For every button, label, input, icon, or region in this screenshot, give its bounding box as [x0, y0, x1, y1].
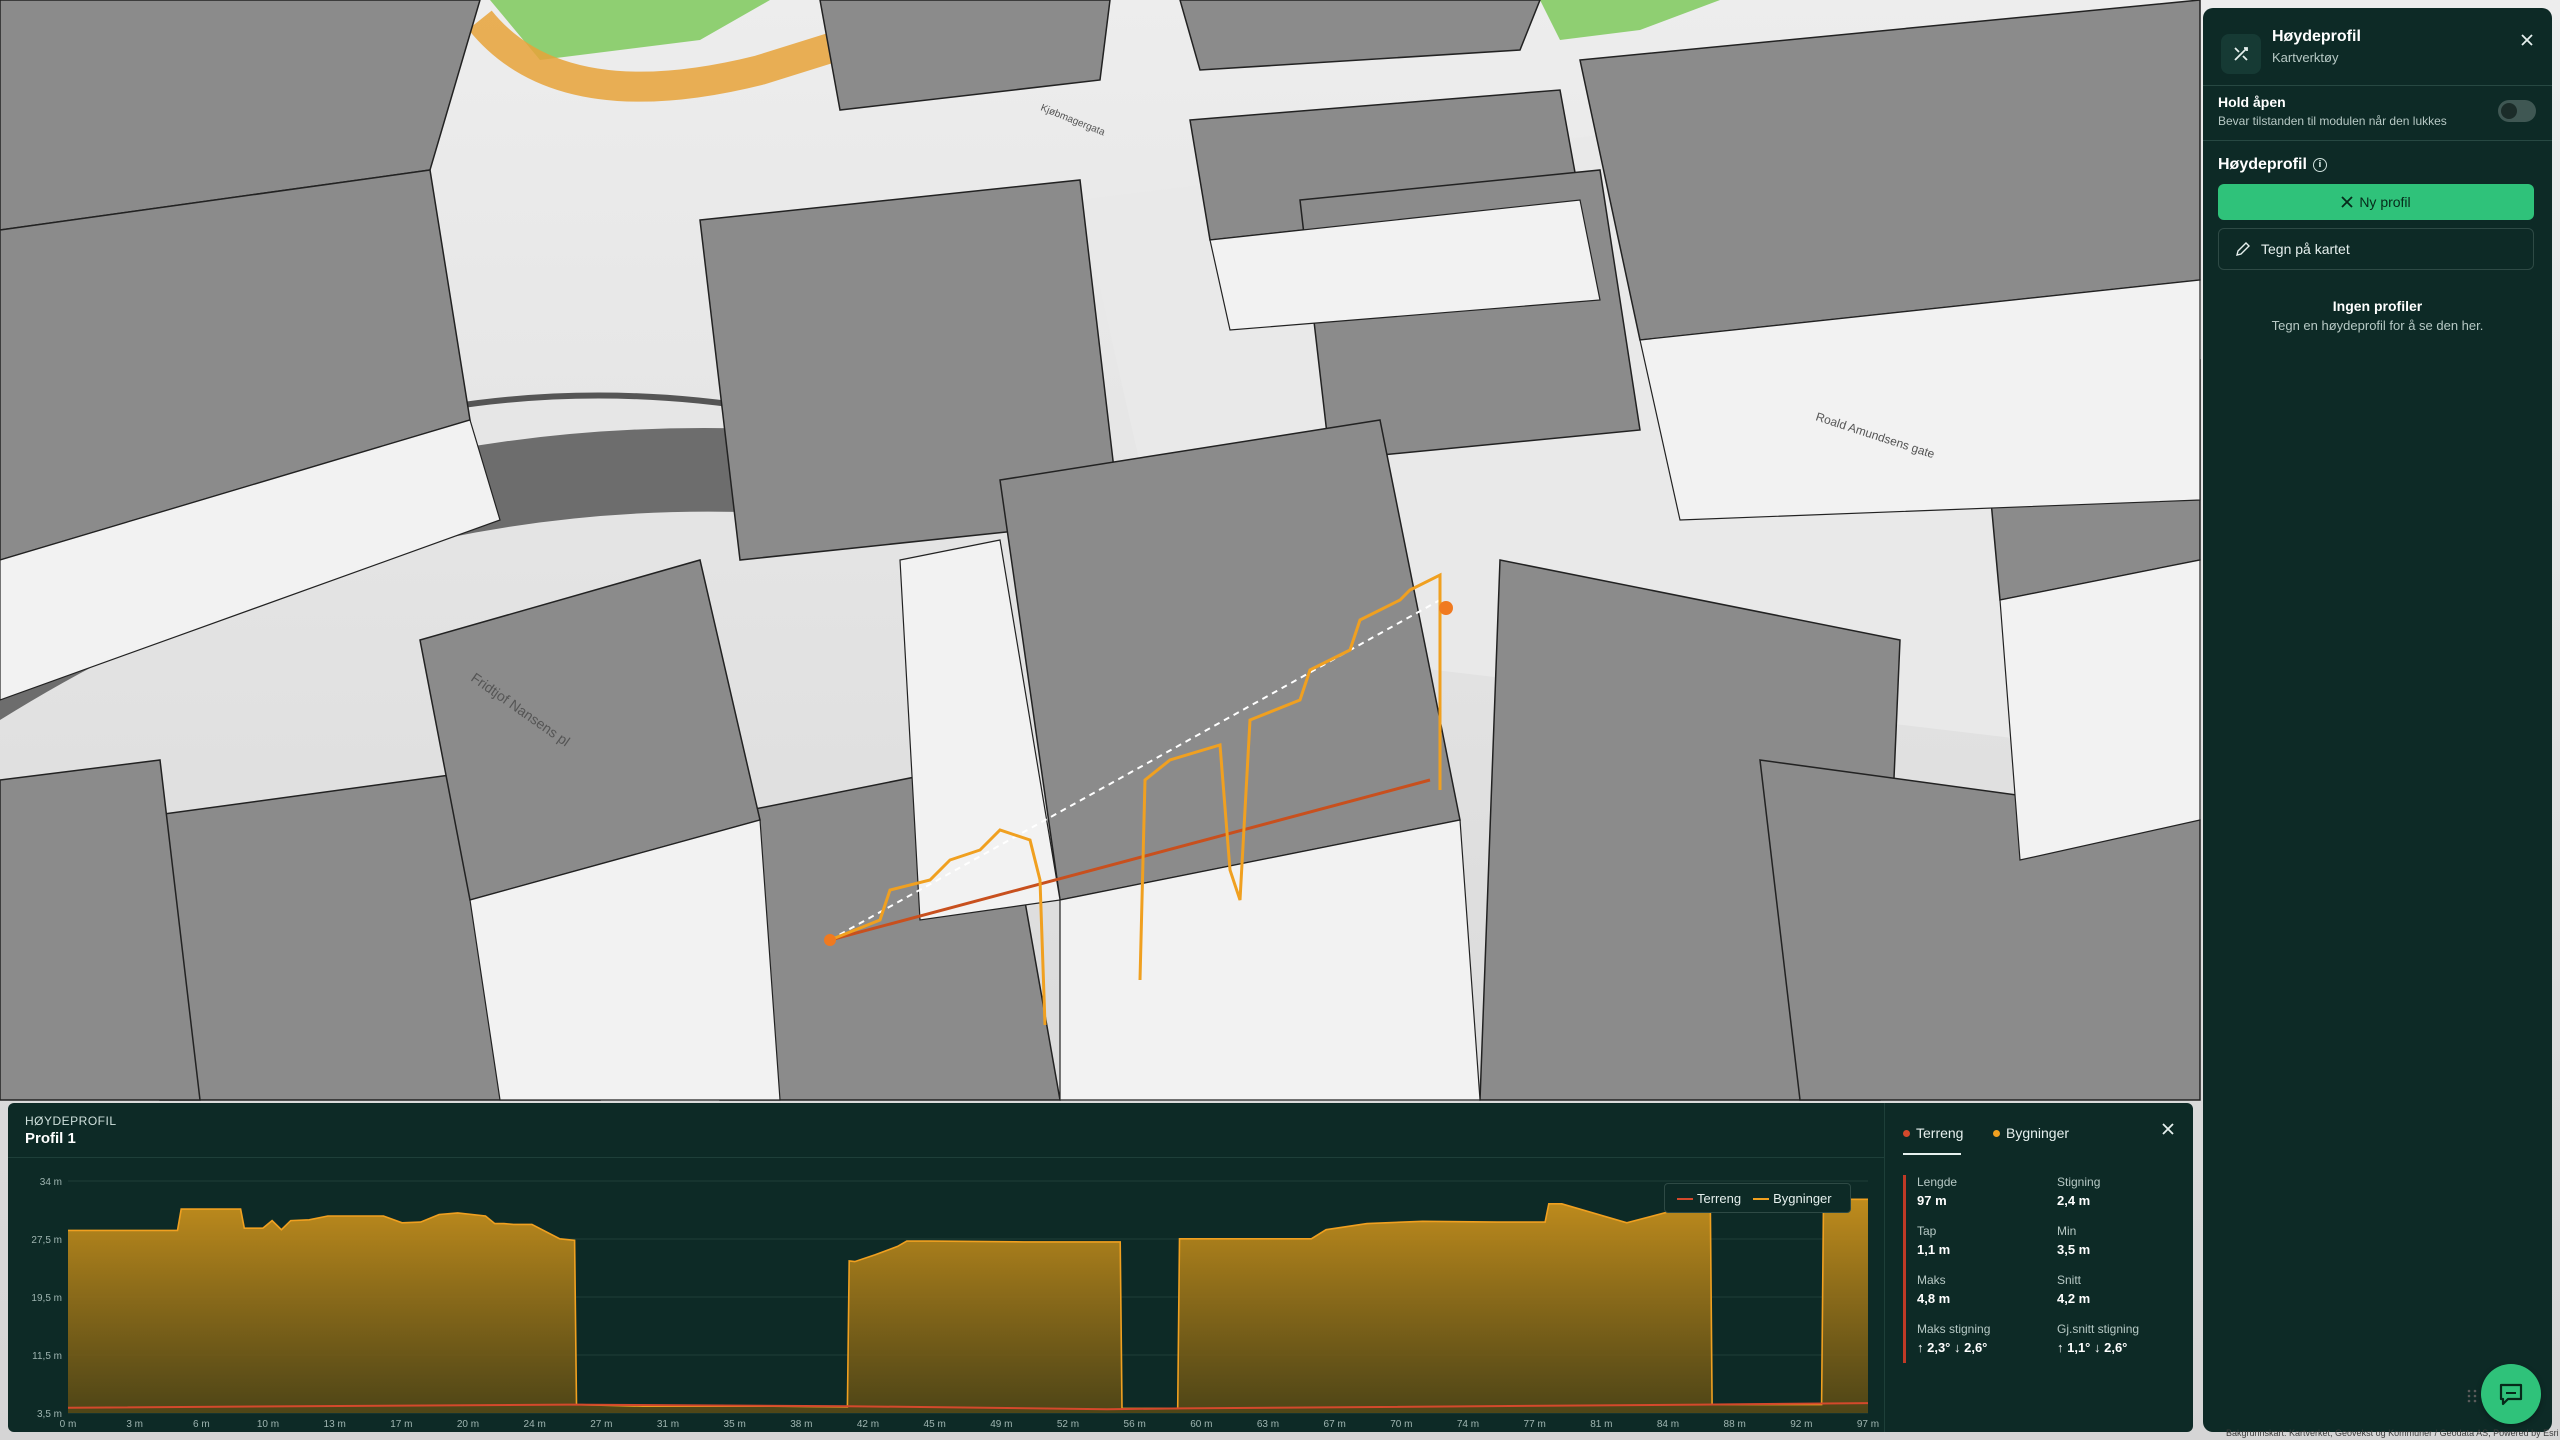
x-tick-label: 84 m	[1657, 1419, 1679, 1430]
stat-label: Tap	[1917, 1224, 1937, 1238]
stat-value: 1,1 m	[1917, 1242, 1951, 1257]
pencil-icon	[2236, 242, 2250, 256]
profile-title: Profil 1	[25, 1130, 76, 1147]
y-tick-label: 11,5 m	[32, 1351, 62, 1362]
hold-open-description: Bevar tilstanden til modulen når den luk…	[2218, 114, 2447, 128]
elevation-profile-panel: HØYDEPROFIL Profil 1 34 m 27,5 m 19,5 m 11,…	[8, 1103, 2193, 1432]
x-tick-label: 6 m	[193, 1419, 210, 1430]
section-title: Høydeprofil i	[2218, 156, 2327, 174]
legend-label: Bygninger	[1773, 1190, 1832, 1206]
x-tick-label: 56 m	[1124, 1419, 1146, 1430]
close-icon	[2341, 196, 2353, 208]
info-icon[interactable]: i	[2312, 158, 2327, 172]
stat-value: 3,5 m	[2057, 1242, 2091, 1257]
x-tick-label: 45 m	[924, 1419, 946, 1430]
y-tick-label: 3,5 m	[37, 1409, 62, 1420]
x-tick-label: 3 m	[126, 1419, 143, 1430]
buildings-dot	[1993, 1129, 2000, 1137]
stat-value: 2,4 m	[2057, 1193, 2091, 1208]
divider	[2203, 140, 2552, 141]
x-tick-label: 10 m	[257, 1419, 279, 1430]
legend-item-buildings[interactable]: Bygninger	[1753, 1191, 1832, 1206]
x-tick-label: 35 m	[724, 1419, 746, 1430]
tab-label: Terreng	[1916, 1125, 1964, 1141]
chat-icon	[2499, 1383, 2523, 1406]
x-tick-label: 20 m	[457, 1419, 479, 1430]
legend-swatch	[1677, 1198, 1693, 1201]
section-title-text: Høydeprofil	[2218, 156, 2307, 173]
chart-legend: Terreng Bygninger	[1664, 1183, 1851, 1213]
y-tick-label: 19,5 m	[31, 1293, 62, 1304]
x-tick-label: 60 m	[1190, 1419, 1212, 1430]
x-tick-label: 70 m	[1390, 1419, 1412, 1430]
legend-label: Terreng	[1697, 1190, 1742, 1206]
x-tick-label: 38 m	[790, 1419, 812, 1430]
stat-value: ↑ 1,1° ↓ 2,6°	[2057, 1340, 2128, 1355]
close-icon[interactable]	[2515, 28, 2539, 52]
stat-label: Maks	[1917, 1273, 1946, 1287]
new-profile-button[interactable]: Ny profil	[2218, 184, 2534, 220]
empty-state-title: Ingen profiler	[2332, 298, 2423, 314]
active-tab-indicator	[1903, 1153, 1961, 1155]
stat-label: Lengde	[1917, 1175, 1958, 1189]
terrain-accent-bar	[1903, 1175, 1906, 1363]
stat-value: 97 m	[1917, 1193, 1947, 1208]
tab-label: Bygninger	[2006, 1125, 2070, 1141]
x-tick-label: 74 m	[1457, 1419, 1479, 1430]
empty-state-description: Tegn en høydeprofil for å se den her.	[2271, 318, 2484, 333]
stat-label: Snitt	[2057, 1273, 2082, 1287]
x-tick-label: 42 m	[857, 1419, 879, 1430]
chat-button[interactable]	[2481, 1364, 2541, 1424]
tool-panel: Høydeprofil Kartverktøy Hold åpen Bevar …	[2203, 8, 2552, 1432]
draw-on-map-button[interactable]: Tegn på kartet	[2218, 228, 2534, 270]
elevation-chart[interactable]: 34 m 27,5 m 19,5 m 11,5 m 3,5 m0 m 3 m 6 m 10 m…	[8, 1163, 1884, 1432]
stat-value: ↑ 2,3° ↓ 2,6°	[1917, 1340, 1988, 1355]
close-icon[interactable]	[2156, 1117, 2180, 1141]
toggle-knob	[2501, 103, 2517, 119]
drag-handle-icon[interactable]	[2467, 1388, 2477, 1404]
x-tick-label: 77 m	[1524, 1419, 1546, 1430]
x-tick-label: 63 m	[1257, 1419, 1279, 1430]
x-tick-label: 81 m	[1590, 1419, 1612, 1430]
legend-item-terrain[interactable]: Terreng	[1677, 1191, 1741, 1206]
x-tick-label: 52 m	[1057, 1419, 1079, 1430]
y-tick-label: 34 m	[40, 1177, 62, 1188]
x-tick-label: 13 m	[324, 1419, 346, 1430]
hold-open-label: Hold åpen	[2218, 94, 2286, 110]
legend-swatch	[1753, 1198, 1770, 1201]
panel-title: Høydeprofil	[2272, 28, 2361, 45]
divider	[8, 1157, 1884, 1158]
x-tick-label: 97 m	[1857, 1419, 1879, 1430]
x-tick-label: 88 m	[1724, 1419, 1746, 1430]
x-tick-label: 67 m	[1324, 1419, 1346, 1430]
stat-label: Maks stigning	[1917, 1322, 1991, 1336]
new-profile-label: Ny profil	[2359, 194, 2411, 210]
stats-panel: Terreng Bygninger Lengde 97 m Stigning 2…	[1884, 1103, 2193, 1432]
x-tick-label: 92 m	[1790, 1419, 1812, 1430]
x-tick-label: 24 m	[524, 1419, 546, 1430]
profile-kicker: HØYDEPROFIL	[25, 1114, 117, 1128]
x-tick-label: 27 m	[590, 1419, 612, 1430]
draw-on-map-label: Tegn på kartet	[2261, 241, 2350, 257]
hold-open-toggle[interactable]	[2498, 100, 2536, 122]
terrain-dot	[1903, 1129, 1910, 1137]
y-tick-label: 27,5 m	[31, 1235, 62, 1246]
panel-subtitle: Kartverktøy	[2272, 50, 2339, 65]
buildings-area	[68, 1199, 1868, 1413]
x-tick-label: 0 m	[60, 1419, 77, 1430]
stat-value: 4,2 m	[2057, 1291, 2091, 1306]
stat-label: Gj.snitt stigning	[2057, 1322, 2140, 1336]
x-tick-label: 17 m	[390, 1419, 412, 1430]
divider	[2203, 85, 2552, 86]
map-attribution: Bakgrunnskart: Kartverket, Geovekst og K…	[2226, 1428, 2559, 1438]
tools-icon	[2221, 34, 2261, 74]
tab-bygninger[interactable]: Bygninger	[1993, 1125, 2069, 1141]
tab-terreng[interactable]: Terreng	[1903, 1125, 1963, 1141]
x-tick-label: 31 m	[657, 1419, 679, 1430]
x-tick-label: 49 m	[990, 1419, 1012, 1430]
stat-value: 4,8 m	[1917, 1291, 1951, 1306]
stat-label: Min	[2057, 1224, 2077, 1238]
stat-label: Stigning	[2057, 1175, 2101, 1189]
